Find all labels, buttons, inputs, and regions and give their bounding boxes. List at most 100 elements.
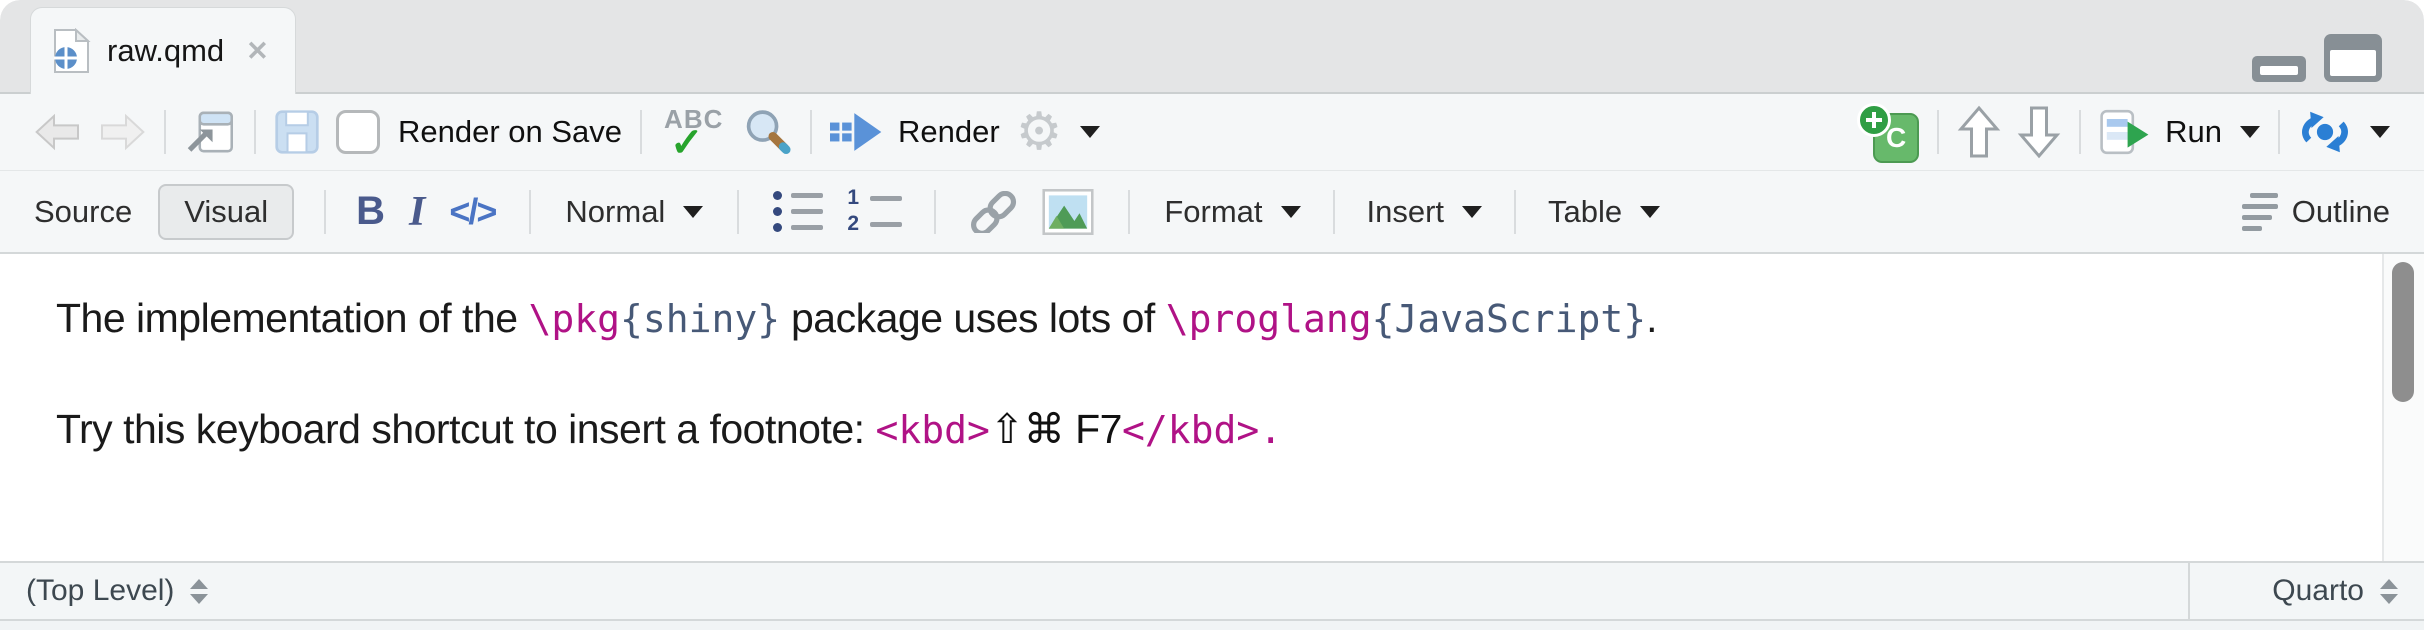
chevron-down-icon xyxy=(1281,206,1301,218)
toolbar-separator xyxy=(1128,190,1130,234)
render-label: Render xyxy=(898,114,1000,150)
toolbar-separator xyxy=(1333,190,1335,234)
file-type-selector[interactable]: Quarto xyxy=(2188,563,2424,619)
toolbar-separator xyxy=(324,190,326,234)
text-segment: \proglang xyxy=(1166,297,1372,341)
toolbar-separator xyxy=(529,190,531,234)
toolbar-separator xyxy=(164,110,166,154)
bold-button[interactable]: B xyxy=(356,189,385,234)
spellcheck-button[interactable]: ABC ✓ xyxy=(660,106,726,158)
render-button[interactable]: Render xyxy=(830,113,1000,151)
tab-title: raw.qmd xyxy=(107,33,224,69)
run-label: Run xyxy=(2165,114,2222,150)
file-type-value: Quarto xyxy=(2272,574,2364,608)
plus-icon xyxy=(1857,103,1891,137)
image-icon xyxy=(1042,189,1094,235)
text-segment: </kbd>. xyxy=(1122,408,1282,452)
italic-button[interactable]: I xyxy=(409,188,425,236)
tab-raw-qmd[interactable]: raw.qmd ✕ xyxy=(30,7,296,94)
text-segment: {shiny} xyxy=(620,297,780,341)
toolbar-separator xyxy=(1514,190,1516,234)
next-chunk-button[interactable] xyxy=(2017,105,2061,159)
tab-close-icon[interactable]: ✕ xyxy=(246,38,269,65)
maximize-icon xyxy=(2330,50,2376,76)
render-settings-button[interactable]: ⚙ xyxy=(1016,106,1101,158)
bold-icon: B xyxy=(356,189,385,234)
code-button[interactable]: </> xyxy=(449,191,495,233)
insert-chunk-button[interactable]: C xyxy=(1857,103,1919,161)
back-arrow-icon xyxy=(34,113,82,151)
sort-arrows-icon xyxy=(2380,579,2398,604)
save-button[interactable] xyxy=(274,109,320,155)
minimize-icon xyxy=(2260,66,2298,75)
pane-window-buttons xyxy=(2252,34,2382,82)
insert-menu[interactable]: Insert xyxy=(1367,194,1483,230)
editor-content: The implementation of the \pkg{shiny} pa… xyxy=(0,254,2424,561)
outline-label: Outline xyxy=(2292,194,2390,230)
text-segment: package uses lots of xyxy=(780,295,1166,341)
forward-arrow-icon xyxy=(98,113,146,151)
chevron-down-icon xyxy=(1080,126,1100,138)
visual-mode-label: Visual xyxy=(184,194,268,230)
numbered-list-button[interactable]: 1 2 xyxy=(847,189,902,234)
bulleted-list-icon xyxy=(773,191,823,232)
toolbar-separator xyxy=(737,190,739,234)
scope-selector-value: (Top Level) xyxy=(26,574,174,608)
insert-menu-label: Insert xyxy=(1367,194,1445,230)
maximize-pane-button[interactable] xyxy=(2324,34,2382,82)
spellcheck-icon: ABC ✓ xyxy=(660,106,726,158)
chevron-down-icon xyxy=(683,206,703,218)
down-arrow-icon xyxy=(2017,105,2061,159)
forward-button[interactable] xyxy=(98,113,146,151)
image-button[interactable] xyxy=(1042,189,1094,235)
run-button[interactable]: Run xyxy=(2099,108,2260,156)
paragraph: The implementation of the \pkg{shiny} pa… xyxy=(56,296,2384,341)
find-replace-button[interactable] xyxy=(742,107,792,157)
insert-code-chunk-icon: C xyxy=(1857,103,1919,161)
chevron-down-icon xyxy=(2240,126,2260,138)
vertical-scrollbar[interactable] xyxy=(2382,254,2424,561)
toolbar-separator xyxy=(934,190,936,234)
toolbar-separator xyxy=(1937,110,1939,154)
link-icon xyxy=(968,191,1020,233)
main-toolbar: Render on Save ABC ✓ Ren xyxy=(0,94,2424,171)
render-on-save-checkbox[interactable] xyxy=(336,110,380,154)
check-mark: ✓ xyxy=(670,120,704,166)
table-menu[interactable]: Table xyxy=(1548,194,1660,230)
visual-mode-button[interactable]: Visual xyxy=(158,184,294,240)
sort-arrows-icon xyxy=(190,579,208,604)
editor-surface[interactable]: The implementation of the \pkg{shiny} pa… xyxy=(0,254,2384,561)
format-menu-label: Format xyxy=(1164,194,1262,230)
link-button[interactable] xyxy=(968,191,1020,233)
inline-code-icon: </> xyxy=(449,191,495,233)
text-segment: Try this keyboard shortcut to insert a f… xyxy=(56,406,875,452)
gear-icon: ⚙ xyxy=(1016,106,1063,158)
open-in-new-window-button[interactable] xyxy=(184,109,236,155)
table-menu-label: Table xyxy=(1548,194,1622,230)
tab-bar: raw.qmd ✕ xyxy=(0,0,2424,94)
outline-toggle-button[interactable]: Outline xyxy=(2242,193,2390,231)
numbered-list-icon: 1 2 xyxy=(847,189,902,234)
previous-chunk-button[interactable] xyxy=(1957,105,2001,159)
source-rerun-button[interactable] xyxy=(2298,110,2390,154)
minimize-pane-button[interactable] xyxy=(2252,56,2306,82)
toolbar-separator xyxy=(640,110,642,154)
format-toolbar-right: Outline xyxy=(2234,193,2398,231)
source-mode-button[interactable]: Source xyxy=(34,194,132,230)
editor-pane: raw.qmd ✕ xyxy=(0,0,2424,630)
toolbar-separator xyxy=(810,110,812,154)
format-menu[interactable]: Format xyxy=(1164,194,1300,230)
paragraph-style-dropdown[interactable]: Normal xyxy=(565,194,703,230)
toolbar-separator xyxy=(254,110,256,154)
back-button[interactable] xyxy=(34,113,82,151)
format-toolbar: Source Visual B I </> Normal xyxy=(0,171,2424,254)
scrollbar-thumb[interactable] xyxy=(2392,262,2414,402)
text-segment: {JavaScript} xyxy=(1372,297,1647,341)
text-segment: <kbd> xyxy=(875,408,989,452)
toolbar-right-group: C xyxy=(1849,103,2398,161)
render-on-save-control: Render on Save xyxy=(336,110,622,154)
open-in-new-window-icon xyxy=(184,109,236,155)
bulleted-list-button[interactable] xyxy=(773,191,823,232)
scope-selector[interactable]: (Top Level) xyxy=(0,563,234,619)
search-icon xyxy=(742,107,792,157)
